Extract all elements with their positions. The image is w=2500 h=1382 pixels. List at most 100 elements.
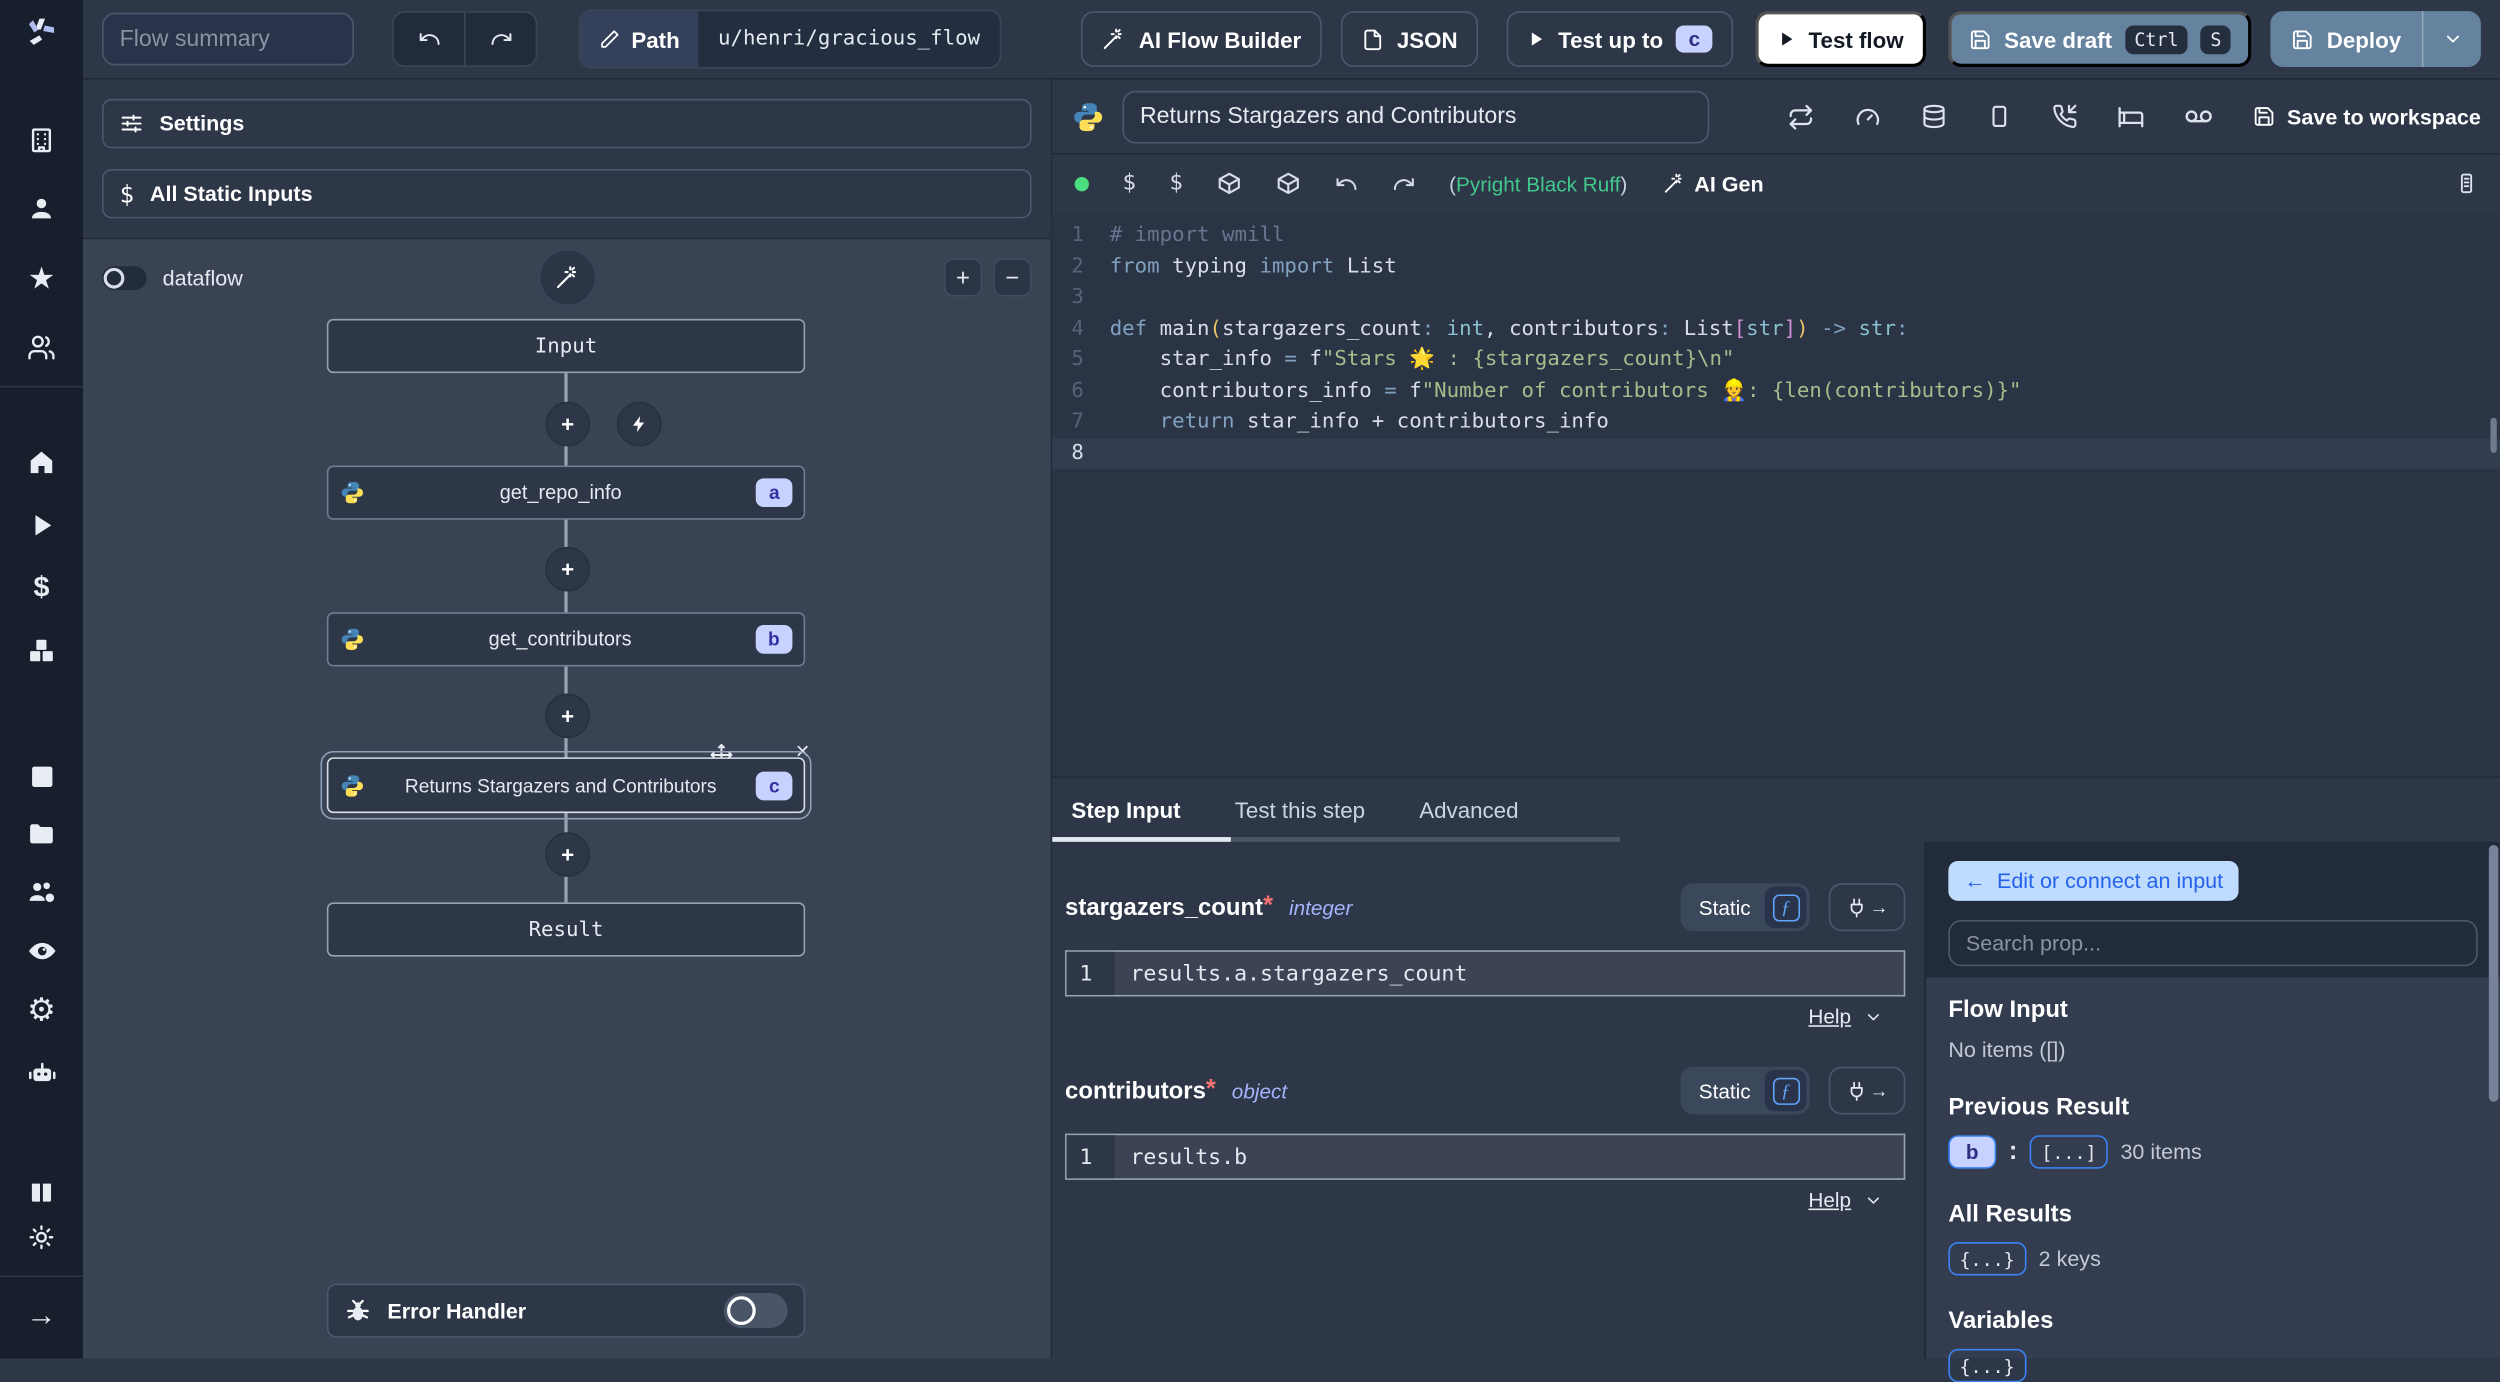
dollar-vars-icon[interactable]: $: [1169, 171, 1182, 197]
code-line[interactable]: 1 # import wmill: [1052, 220, 2500, 251]
star-icon[interactable]: ★: [26, 262, 58, 295]
flow-input-node[interactable]: Input: [326, 318, 806, 374]
arrow-left-icon: ←: [1964, 868, 1986, 893]
home-icon[interactable]: [26, 446, 58, 478]
robot-icon[interactable]: [26, 1055, 58, 1087]
users-icon[interactable]: [26, 332, 58, 364]
tab-advanced[interactable]: Advanced: [1419, 797, 1518, 823]
flow-step-node-c-selected[interactable]: Returns Stargazers and Contributors c: [320, 750, 812, 820]
object-preview-badge[interactable]: {...}: [1948, 1242, 2026, 1276]
undo-button[interactable]: [393, 12, 464, 66]
code-line[interactable]: 2 from typing import List: [1052, 251, 2500, 282]
building-icon[interactable]: [26, 124, 58, 156]
connect-input-button[interactable]: →: [1828, 1066, 1906, 1115]
deploy-more-button[interactable]: [2421, 11, 2481, 67]
trigger-bolt-button[interactable]: [617, 401, 662, 447]
add-step-button[interactable]: +: [545, 546, 590, 592]
phone-incoming-icon[interactable]: [2053, 104, 2079, 130]
zoom-in-button[interactable]: +: [943, 258, 983, 297]
rotate-ccw-icon[interactable]: [1334, 171, 1358, 195]
test-flow-button[interactable]: Test flow: [1755, 11, 1926, 67]
input-mode-toggle[interactable]: Static ƒ: [1681, 883, 1810, 932]
user-icon[interactable]: [26, 193, 58, 225]
code-line[interactable]: 7 return star_info + contributors_info: [1052, 407, 2500, 438]
code-line[interactable]: 8: [1052, 437, 2500, 469]
flow-graph-canvas[interactable]: dataflow + − Input + get_repo_info a + g…: [83, 239, 1051, 1358]
calendar-icon[interactable]: [26, 759, 58, 791]
book-icon[interactable]: [26, 1177, 58, 1209]
previous-result-row[interactable]: b : [...] 30 items: [1948, 1135, 2477, 1169]
database-icon[interactable]: [1922, 104, 1948, 130]
dollar-assets-icon[interactable]: $: [1122, 171, 1135, 197]
connect-panel-scrollbar[interactable]: [2488, 845, 2499, 1102]
tab-test-this-step[interactable]: Test this step: [1235, 797, 1365, 823]
sun-icon[interactable]: [26, 1221, 58, 1253]
path-field[interactable]: Path u/henri/gracious_flow: [578, 9, 1001, 69]
dollar-icon[interactable]: $: [26, 570, 58, 603]
gear-icon[interactable]: ⚙: [26, 993, 58, 1028]
all-static-inputs-button[interactable]: $ All Static Inputs: [102, 169, 1032, 219]
bed-icon[interactable]: [2118, 103, 2145, 130]
step-title-input[interactable]: [1122, 90, 1710, 143]
chevron-down-icon[interactable]: [1864, 1007, 1883, 1026]
help-link[interactable]: Help: [1808, 1188, 1851, 1212]
play-icon[interactable]: [26, 509, 58, 541]
voicemail-icon[interactable]: [2185, 102, 2214, 131]
code-line[interactable]: 3: [1052, 282, 2500, 313]
json-button[interactable]: JSON: [1341, 11, 1479, 67]
save-to-workspace-button[interactable]: Save to workspace: [2254, 104, 2481, 128]
gauge-icon[interactable]: [1855, 103, 1882, 130]
rotate-cw-icon[interactable]: [1392, 171, 1416, 195]
library-icon[interactable]: [2455, 172, 2477, 194]
code-line[interactable]: 6 contributors_info = f"Number of contri…: [1052, 375, 2500, 406]
expression-editor-contributors[interactable]: 1 results.b: [1065, 1133, 1906, 1180]
help-link[interactable]: Help: [1808, 1004, 1851, 1028]
boxes-icon[interactable]: [26, 635, 58, 667]
tab-step-input[interactable]: Step Input: [1071, 797, 1180, 823]
edit-or-connect-button[interactable]: ← Edit or connect an input: [1948, 860, 2240, 901]
package-icon[interactable]: [1216, 171, 1242, 197]
variables-row[interactable]: {...}: [1948, 1348, 2477, 1382]
object-preview-badge[interactable]: {...}: [1948, 1348, 2026, 1382]
package2-icon[interactable]: [1275, 171, 1301, 197]
editor-scrollbar[interactable]: [2490, 417, 2497, 453]
flow-step-node-b[interactable]: get_contributors b: [326, 612, 806, 667]
flow-result-node[interactable]: Result: [326, 902, 806, 957]
code-editor-content[interactable]: 1 # import wmill 2 from typing import List 3…: [1052, 213, 2500, 777]
test-up-to-button[interactable]: Test up to c: [1507, 11, 1734, 67]
folder-icon[interactable]: [26, 818, 58, 850]
code-line[interactable]: 5 star_info = f"Stars 🌟 : {stargazers_co…: [1052, 344, 2500, 375]
expression-editor-stargazers[interactable]: 1 results.a.stargazers_count: [1065, 950, 1906, 997]
users-cog-icon[interactable]: [26, 875, 58, 907]
chevron-down-icon[interactable]: [1864, 1190, 1883, 1209]
add-step-button[interactable]: +: [545, 693, 590, 739]
dataflow-toggle[interactable]: [102, 266, 147, 291]
repeat-icon[interactable]: [1788, 103, 1815, 130]
result-key-badge[interactable]: b: [1948, 1135, 1997, 1169]
ai-gen-button[interactable]: AI Gen: [1662, 171, 1764, 195]
ai-flow-builder-button[interactable]: AI Flow Builder: [1081, 11, 1322, 67]
lint-status[interactable]: (Pyright Black Ruff): [1449, 171, 1627, 195]
all-results-row[interactable]: {...} 2 keys: [1948, 1242, 2477, 1276]
eye-icon[interactable]: [26, 934, 58, 966]
error-handler-node[interactable]: Error Handler: [326, 1283, 806, 1338]
zoom-out-button[interactable]: −: [993, 258, 1032, 297]
connect-input-button[interactable]: →: [1828, 883, 1906, 932]
ai-wand-button[interactable]: [538, 248, 597, 307]
arrow-right-icon[interactable]: →: [26, 1299, 58, 1332]
save-draft-button[interactable]: Save draft Ctrl S: [1948, 11, 2252, 67]
error-handler-toggle[interactable]: [723, 1293, 788, 1329]
flow-step-node-a[interactable]: get_repo_info a: [326, 465, 806, 520]
input-mode-toggle[interactable]: Static ƒ: [1681, 1066, 1810, 1115]
add-step-button[interactable]: +: [545, 401, 590, 447]
add-step-button[interactable]: +: [545, 832, 590, 877]
code-line[interactable]: 4 def main(stargazers_count: int, contrib…: [1052, 313, 2500, 344]
windmill-logo-icon[interactable]: [26, 16, 58, 48]
deploy-button[interactable]: Deploy: [2271, 11, 2422, 67]
redo-button[interactable]: [463, 12, 536, 66]
rectangle-icon[interactable]: [1987, 104, 2013, 130]
settings-button[interactable]: Settings: [102, 98, 1032, 149]
flow-summary-input[interactable]: [102, 12, 354, 66]
array-preview-badge[interactable]: [...]: [2030, 1135, 2108, 1169]
search-prop-input[interactable]: [1948, 919, 2478, 967]
